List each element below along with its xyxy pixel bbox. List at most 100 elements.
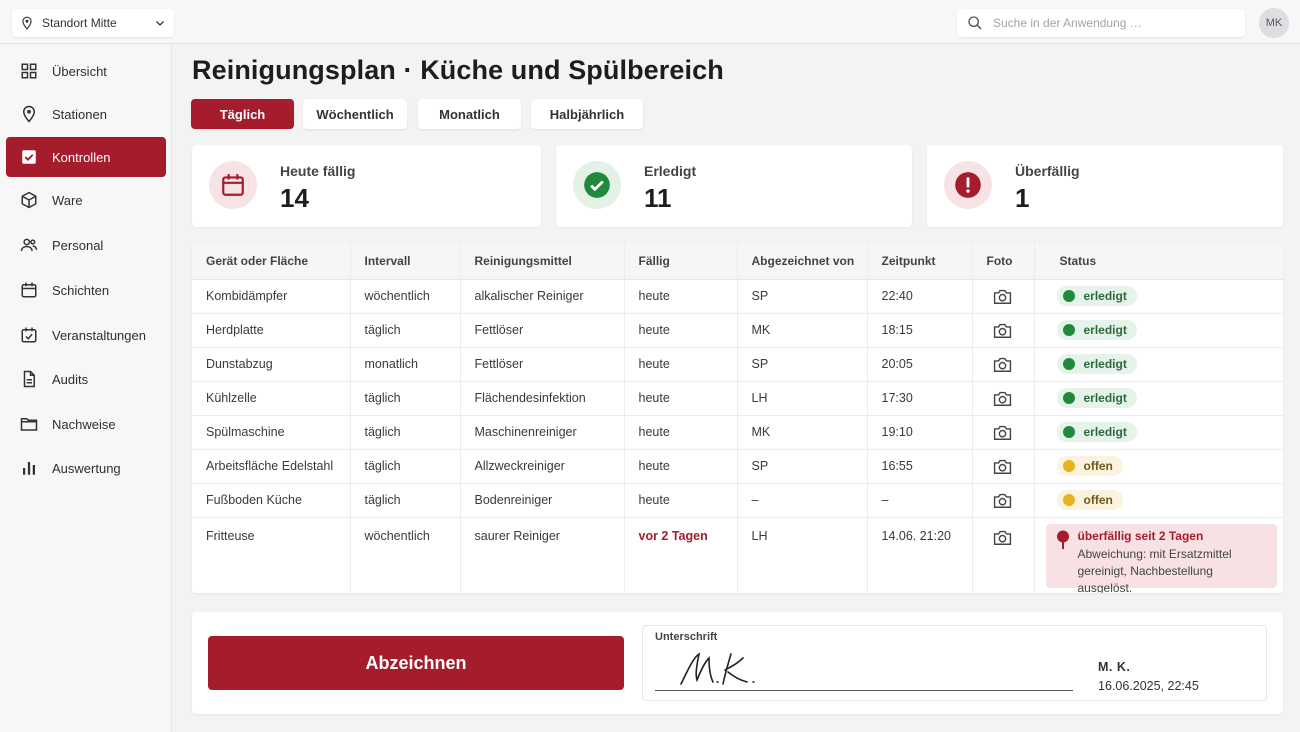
camera-icon[interactable] <box>993 390 1012 407</box>
sidebar-item-personal[interactable]: Personal <box>6 225 166 265</box>
time-cell: – <box>867 483 973 518</box>
agent-cell: Fettlöser <box>460 313 625 348</box>
sidebar-item-veranstaltungen[interactable]: Veranstaltungen <box>6 315 166 355</box>
status-badge: erledigt <box>1056 354 1137 374</box>
signature-line <box>655 690 1073 691</box>
table-row[interactable]: Arbeitsfläche Edelstahl täglich Allzweck… <box>192 449 1283 484</box>
item-cell: Kühlzelle <box>192 381 351 416</box>
overdue-title: überfällig seit 2 Tagen <box>1077 528 1204 543</box>
calendar-icon <box>222 174 244 196</box>
sidebar-item-label: Ware <box>52 192 83 208</box>
signed-by-cell: MK <box>737 415 868 450</box>
photo-cell <box>972 347 1035 382</box>
table-row[interactable]: Fußboden Küche täglich Bodenreiniger heu… <box>192 483 1283 518</box>
due-cell: heute <box>624 381 738 416</box>
table-row[interactable]: Dunstabzug monatlich Fettlöser heute SP … <box>192 347 1283 382</box>
photo-cell <box>972 449 1035 484</box>
sidebar-item-label: Auswertung <box>52 460 121 476</box>
sidebar-item-stationen[interactable]: Stationen <box>6 94 166 134</box>
table-row[interactable]: Kombidämpfer wöchentlich alkalischer Rei… <box>192 279 1283 314</box>
table-row[interactable]: Kühlzelle täglich Flächendesinfektion he… <box>192 381 1283 416</box>
camera-icon[interactable] <box>993 288 1012 305</box>
table-row[interactable]: Spülmaschine täglich Maschinenreiniger h… <box>192 415 1283 450</box>
status-dot <box>1062 324 1075 336</box>
stat-label: Überfällig <box>1015 163 1080 179</box>
search-input[interactable] <box>993 16 1233 30</box>
status-text: erledigt <box>1083 425 1127 439</box>
interval-cell: täglich <box>350 483 461 518</box>
signature-timestamp: 16.06.2025, 22:45 <box>1098 679 1199 693</box>
signer-name: M. K. <box>1098 660 1131 674</box>
status-text: offen <box>1083 493 1113 507</box>
agent-cell: Fettlöser <box>460 347 625 382</box>
tab-woechentlich[interactable]: Wöchentlich <box>303 99 407 129</box>
document-icon <box>23 370 35 388</box>
column-header: Status <box>1034 243 1283 280</box>
sidebar-item-label: Schichten <box>52 282 110 298</box>
sidebar-item-uebersicht[interactable]: Übersicht <box>6 51 166 91</box>
tab-halbjaehrlich[interactable]: Halbjährlich <box>531 99 643 129</box>
sidebar-item-audits[interactable]: Audits <box>6 359 166 399</box>
calendar-check-icon <box>21 327 37 343</box>
signed-by-cell: – <box>737 483 868 518</box>
sidebar-item-nachweise[interactable]: Nachweise <box>6 404 166 444</box>
agent-cell: Bodenreiniger <box>460 483 625 518</box>
sidebar-item-schichten[interactable]: Schichten <box>6 270 166 310</box>
sidebar-item-kontrollen[interactable]: Kontrollen <box>6 137 166 177</box>
time-cell: 22:40 <box>867 279 973 314</box>
due-cell: heute <box>624 449 738 484</box>
status-dot <box>1062 494 1075 506</box>
sidebar-item-label: Veranstaltungen <box>52 327 146 343</box>
location-selector[interactable]: Standort Mitte <box>12 9 174 37</box>
item-cell: Fußboden Küche <box>192 483 351 518</box>
signature-field[interactable]: Unterschrift M. K. 16.06.2025, 22:45 <box>642 625 1267 701</box>
check-circle-icon <box>584 172 610 198</box>
stat-card-done: Erledigt 11 <box>556 145 912 227</box>
due-cell: heute <box>624 313 738 348</box>
interval-cell: täglich <box>350 415 461 450</box>
sidebar-item-ware[interactable]: Ware <box>6 180 166 220</box>
sign-button[interactable]: Abzeichnen <box>208 636 624 690</box>
photo-cell <box>972 381 1035 416</box>
sidebar-item-auswertung[interactable]: Auswertung <box>6 448 166 488</box>
status-badge: offen <box>1056 456 1123 476</box>
agent-cell: alkalischer Reiniger <box>460 279 625 314</box>
camera-icon[interactable] <box>993 529 1012 546</box>
status-badge: offen <box>1056 490 1123 510</box>
table-row[interactable]: Fritteuse wöchentlich saurer Reiniger vo… <box>192 517 1283 593</box>
chevron-down-icon <box>156 21 164 26</box>
status-cell: erledigt <box>1034 415 1283 450</box>
time-cell: 17:30 <box>867 381 973 416</box>
item-cell: Arbeitsfläche Edelstahl <box>192 449 351 484</box>
status-badge: erledigt <box>1056 388 1137 408</box>
cleaning-table: Gerät oder Fläche Intervall Reinigungsmi… <box>192 243 1283 593</box>
photo-cell <box>972 517 1035 593</box>
stat-card-due-today: Heute fällig 14 <box>192 145 541 227</box>
tab-monatlich[interactable]: Monatlich <box>418 99 521 129</box>
camera-icon[interactable] <box>993 424 1012 441</box>
camera-icon[interactable] <box>993 322 1012 339</box>
camera-icon[interactable] <box>993 458 1012 475</box>
grid-icon <box>21 63 37 79</box>
interval-cell: wöchentlich <box>350 279 461 314</box>
column-header: Abgezeichnet von <box>737 243 868 280</box>
due-cell: heute <box>624 347 738 382</box>
camera-icon[interactable] <box>993 356 1012 373</box>
status-cell: erledigt <box>1034 313 1283 348</box>
table-row[interactable]: Herdplatte täglich Fettlöser heute MK 18… <box>192 313 1283 348</box>
signed-by-cell: LH <box>737 517 868 593</box>
agent-cell: Allzweckreiniger <box>460 449 625 484</box>
status-cell: überfällig seit 2 Tagen Abweichung: mit … <box>1034 517 1283 593</box>
camera-icon[interactable] <box>993 492 1012 509</box>
avatar[interactable]: MK <box>1259 8 1289 38</box>
sidebar-item-label: Stationen <box>52 106 107 122</box>
column-header: Zeitpunkt <box>867 243 973 280</box>
signed-by-cell: SP <box>737 279 868 314</box>
alert-circle-icon <box>955 172 981 198</box>
item-cell: Dunstabzug <box>192 347 351 382</box>
item-cell: Herdplatte <box>192 313 351 348</box>
tab-taeglich[interactable]: Täglich <box>191 99 294 129</box>
time-cell: 19:10 <box>867 415 973 450</box>
item-cell: Kombidämpfer <box>192 279 351 314</box>
status-dot <box>1062 426 1075 438</box>
